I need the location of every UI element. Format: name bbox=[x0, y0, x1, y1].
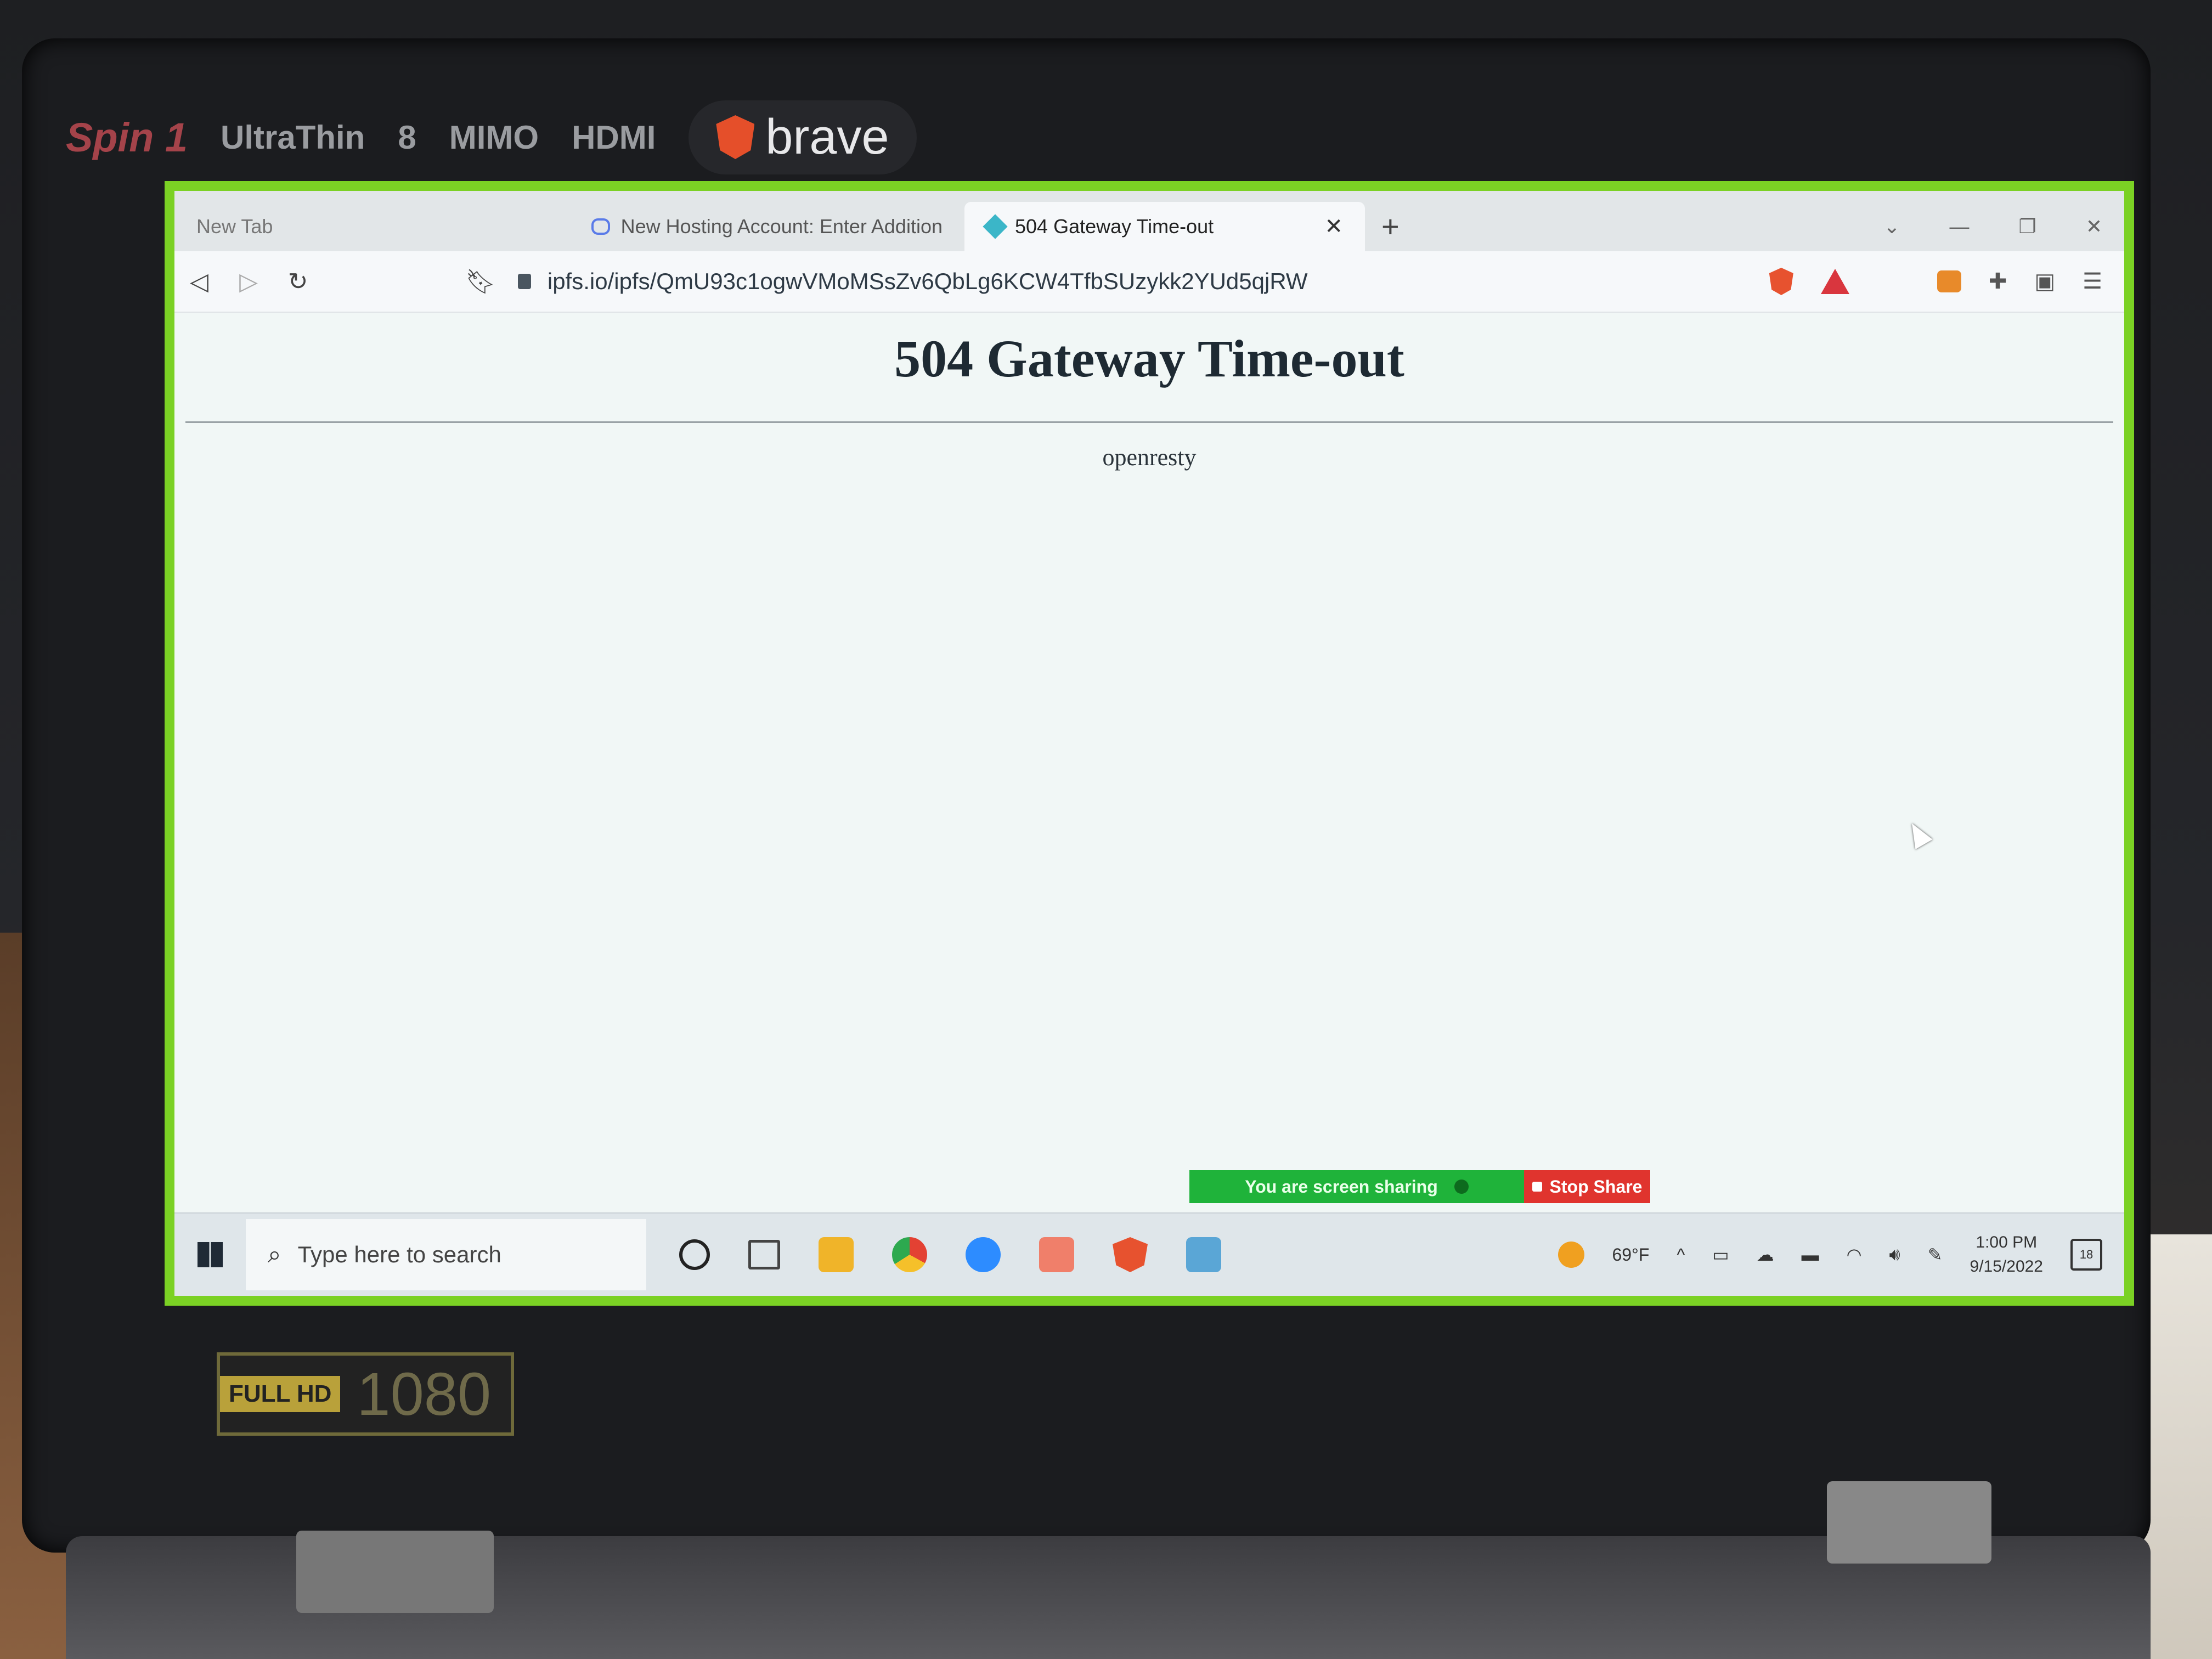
page-content: 504 Gateway Time-out openresty bbox=[174, 312, 2124, 1167]
stop-share-label: Stop Share bbox=[1549, 1176, 1643, 1197]
tab-label: New Tab bbox=[196, 215, 273, 238]
tray-chevron-icon[interactable]: ^ bbox=[1677, 1245, 1685, 1265]
tab-new-tab[interactable]: New Tab bbox=[174, 202, 569, 251]
brave-lion-icon bbox=[716, 115, 755, 159]
laptop-sticker-strip: Spin 1 UltraThin 8 MIMO HDMI brave bbox=[66, 82, 1273, 192]
reload-icon[interactable]: ↻ bbox=[273, 268, 323, 296]
forward-icon[interactable]: ▷ bbox=[224, 268, 273, 296]
clock-date: 9/15/2022 bbox=[1970, 1257, 2043, 1276]
chrome-icon[interactable] bbox=[892, 1237, 927, 1272]
stop-share-button[interactable]: Stop Share bbox=[1524, 1170, 1650, 1203]
full-hd-resolution: 1080 bbox=[357, 1360, 492, 1428]
minimize-icon[interactable]: — bbox=[1950, 215, 1970, 238]
screen-share-status-text: You are screen sharing bbox=[1245, 1176, 1438, 1197]
hdmi-sticker: HDMI bbox=[572, 119, 656, 156]
close-tab-icon[interactable]: ✕ bbox=[1324, 214, 1343, 239]
new-tab-button[interactable]: + bbox=[1365, 202, 1416, 251]
server-name: openresty bbox=[1102, 444, 1197, 471]
search-placeholder: Type here to search bbox=[297, 1242, 501, 1267]
bookmark-icon[interactable]: 🔖︎ bbox=[465, 267, 496, 296]
screen-share-status: You are screen sharing bbox=[1189, 1170, 1524, 1203]
volume-icon[interactable]: 🔊︎ bbox=[1889, 1244, 1900, 1265]
browser-toolbar: ◁ ▷ ↻ 🔖︎ ipfs.io/ipfs/QmU93c1ogwVMoMSsZv… bbox=[174, 251, 2124, 313]
mouse-cursor-icon bbox=[1903, 818, 1933, 850]
ultrathin-sticker: UltraThin bbox=[221, 119, 365, 156]
clock-time: 1:00 PM bbox=[1976, 1233, 2038, 1251]
wifi-icon[interactable]: ◠ bbox=[1847, 1244, 1862, 1265]
brave-sticker-text: brave bbox=[765, 109, 889, 165]
task-view-icon[interactable] bbox=[748, 1240, 780, 1269]
paint-icon[interactable] bbox=[1039, 1237, 1074, 1272]
brave-rewards-icon[interactable] bbox=[1820, 269, 1849, 294]
windows-taskbar: ⌕ Type here to search 69°F ^ ▭ ☁ ▬ ◠ 🔊︎ … bbox=[174, 1212, 2124, 1296]
zoom-icon[interactable] bbox=[966, 1237, 1001, 1272]
app-icon[interactable] bbox=[1186, 1237, 1221, 1272]
tab-hosting-account[interactable]: New Hosting Account: Enter Addition bbox=[569, 202, 964, 251]
file-explorer-icon[interactable] bbox=[819, 1237, 854, 1272]
battery-sticker: 8 bbox=[398, 119, 416, 156]
tab-label: New Hosting Account: Enter Addition bbox=[620, 215, 943, 238]
stop-icon bbox=[1532, 1182, 1542, 1192]
taskbar-apps bbox=[679, 1237, 1221, 1272]
shield-check-icon bbox=[1454, 1180, 1469, 1194]
brave-sticker: brave bbox=[689, 100, 917, 174]
onedrive-cloud-icon[interactable]: ☁ bbox=[1757, 1244, 1774, 1265]
full-hd-sticker: FULL HD 1080 bbox=[217, 1352, 514, 1436]
toolbar-right-group: ✚ ▣ ☰ bbox=[1769, 268, 2124, 295]
wallet-icon[interactable]: ▣ bbox=[2034, 269, 2055, 294]
tab-label: 504 Gateway Time-out bbox=[1015, 215, 1214, 238]
lock-icon bbox=[517, 274, 531, 289]
search-icon: ⌕ bbox=[268, 1241, 281, 1268]
cortana-icon[interactable] bbox=[679, 1239, 710, 1270]
menu-icon[interactable]: ☰ bbox=[2083, 269, 2102, 294]
tab-search-chevron-icon[interactable]: ⌄ bbox=[1883, 215, 1900, 238]
meet-now-icon[interactable]: ▭ bbox=[1712, 1244, 1729, 1265]
model-sticker: Spin 1 bbox=[66, 114, 188, 160]
pen-icon[interactable]: ✎ bbox=[1928, 1244, 1943, 1265]
back-icon[interactable]: ◁ bbox=[174, 268, 224, 296]
divider bbox=[185, 421, 2113, 423]
brave-taskbar-icon[interactable] bbox=[1113, 1237, 1148, 1272]
close-window-icon[interactable]: ✕ bbox=[2086, 215, 2102, 238]
laptop-screen: New Tab New Hosting Account: Enter Addit… bbox=[165, 181, 2134, 1306]
window-controls: ⌄ — ❐ ✕ bbox=[1883, 202, 2124, 251]
system-tray: 69°F ^ ▭ ☁ ▬ ◠ 🔊︎ ✎ 1:00 PM 9/15/2022 18 bbox=[1558, 1231, 2124, 1279]
notification-center-icon[interactable]: 18 bbox=[2070, 1239, 2102, 1271]
screen-share-bar: You are screen sharing Stop Share bbox=[1189, 1170, 1650, 1203]
full-hd-tag: FULL HD bbox=[220, 1376, 341, 1412]
tab-strip: New Tab New Hosting Account: Enter Addit… bbox=[174, 191, 2124, 251]
mimo-sticker: MIMO bbox=[449, 119, 539, 156]
hinge-right bbox=[1827, 1481, 1991, 1564]
start-button[interactable] bbox=[174, 1214, 246, 1296]
battery-icon[interactable]: ▬ bbox=[1802, 1245, 1819, 1265]
clock[interactable]: 1:00 PM 9/15/2022 bbox=[1970, 1231, 2043, 1279]
page-title: 504 Gateway Time-out bbox=[894, 329, 1404, 388]
hinge-left bbox=[296, 1531, 494, 1613]
tab-gateway-timeout[interactable]: 504 Gateway Time-out ✕ bbox=[964, 202, 1365, 251]
weather-sun-icon[interactable] bbox=[1558, 1242, 1585, 1268]
extensions-puzzle-icon[interactable]: ✚ bbox=[1989, 269, 2007, 294]
metamask-fox-icon[interactable] bbox=[1937, 270, 1961, 292]
brave-shields-icon[interactable] bbox=[1769, 268, 1793, 295]
address-bar[interactable]: ipfs.io/ipfs/QmU93c1ogwVMoMSsZv6QbLg6KCW… bbox=[517, 268, 1308, 295]
ipfs-cube-icon bbox=[983, 214, 1008, 239]
restore-icon[interactable]: ❐ bbox=[2019, 215, 2036, 238]
url-text[interactable]: ipfs.io/ipfs/QmU93c1ogwVMoMSsZv6QbLg6KCW… bbox=[548, 268, 1308, 295]
taskbar-search[interactable]: ⌕ Type here to search bbox=[246, 1219, 646, 1290]
infinity-icon bbox=[591, 218, 610, 235]
weather-temp[interactable]: 69°F bbox=[1612, 1245, 1649, 1265]
windows-logo-icon bbox=[198, 1242, 223, 1267]
